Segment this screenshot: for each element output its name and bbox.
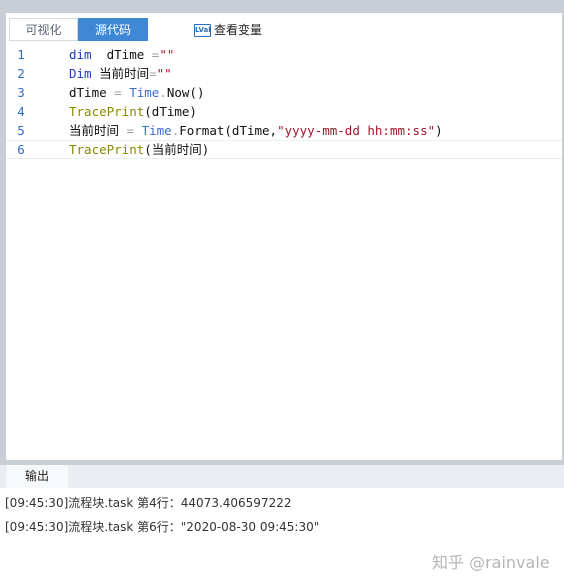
- code-line[interactable]: 3 dTime = Time.Now(): [6, 83, 562, 102]
- view-variables-button[interactable]: LVal 查看变量: [194, 21, 262, 39]
- code-text: dim dTime ="": [69, 45, 174, 64]
- code-line[interactable]: 5 当前时间 = Time.Format(dTime,"yyyy-mm-dd hh…: [6, 121, 562, 140]
- code-editor[interactable]: 1 dim dTime ="" 2 Dim 当前时间="" 3 dTime = Time.…: [6, 45, 562, 460]
- code-line[interactable]: 2 Dim 当前时间="": [6, 64, 562, 83]
- window-top-frame: [0, 0, 564, 13]
- code-token: Time: [129, 85, 160, 100]
- code-token: (dTime): [144, 104, 197, 119]
- line-number: 4: [17, 104, 25, 119]
- code-text: 当前时间 = Time.Format(dTime,"yyyy-mm-dd hh:…: [69, 121, 443, 140]
- tab-source-code[interactable]: 源代码: [78, 18, 148, 41]
- code-token: Time: [141, 123, 172, 138]
- code-token: ): [435, 123, 443, 138]
- line-number: 5: [17, 123, 25, 138]
- log-line: [09:45:30]流程块.task 第4行：44073.406597222: [5, 496, 292, 510]
- code-token: =: [149, 66, 157, 81]
- code-token: dTime: [91, 47, 152, 62]
- code-token: 当前时间: [69, 123, 127, 138]
- line-number: 2: [17, 66, 25, 81]
- code-text: TracePrint(当前时间): [69, 141, 209, 158]
- code-token: Now(): [166, 85, 205, 100]
- line-number: 6: [17, 142, 25, 157]
- code-token: "": [156, 66, 172, 81]
- editor-tab-bar: 可视化 源代码 LVal 查看变量: [6, 13, 562, 46]
- code-token: (当前时间): [144, 142, 210, 157]
- code-line[interactable]: 4 TracePrint(dTime): [6, 102, 562, 121]
- code-line[interactable]: 6 TracePrint(当前时间): [6, 140, 562, 159]
- tab-visual[interactable]: 可视化: [9, 18, 78, 41]
- code-token: 当前时间: [91, 66, 150, 81]
- tab-output[interactable]: 输出: [6, 465, 68, 488]
- code-text: TracePrint(dTime): [69, 102, 197, 121]
- code-token: TracePrint: [69, 104, 145, 119]
- variable-icon: LVal: [194, 23, 211, 37]
- code-token: .: [159, 85, 167, 100]
- watermark: 知乎 @rainvale: [432, 553, 550, 572]
- code-line[interactable]: 1 dim dTime ="": [6, 45, 562, 64]
- code-token: dim: [69, 47, 92, 62]
- code-token: Dim: [69, 66, 92, 81]
- code-text: dTime = Time.Now(): [69, 83, 205, 102]
- code-token: dTime: [69, 85, 115, 100]
- code-token: =: [126, 123, 135, 138]
- code-token: "": [159, 47, 175, 62]
- view-variables-label: 查看变量: [214, 23, 263, 37]
- code-text: Dim 当前时间="": [69, 64, 172, 83]
- line-number: 3: [17, 85, 25, 100]
- line-number: 1: [17, 47, 25, 62]
- code-token: TracePrint: [69, 142, 145, 157]
- code-token: "yyyy-mm-dd hh:mm:ss": [277, 123, 436, 138]
- output-tab-bar: 输出: [0, 465, 564, 488]
- code-token: Format(dTime,: [179, 123, 278, 138]
- log-line: [09:45:30]流程块.task 第6行："2020-08-30 09:45…: [5, 520, 320, 534]
- code-token: =: [114, 85, 122, 100]
